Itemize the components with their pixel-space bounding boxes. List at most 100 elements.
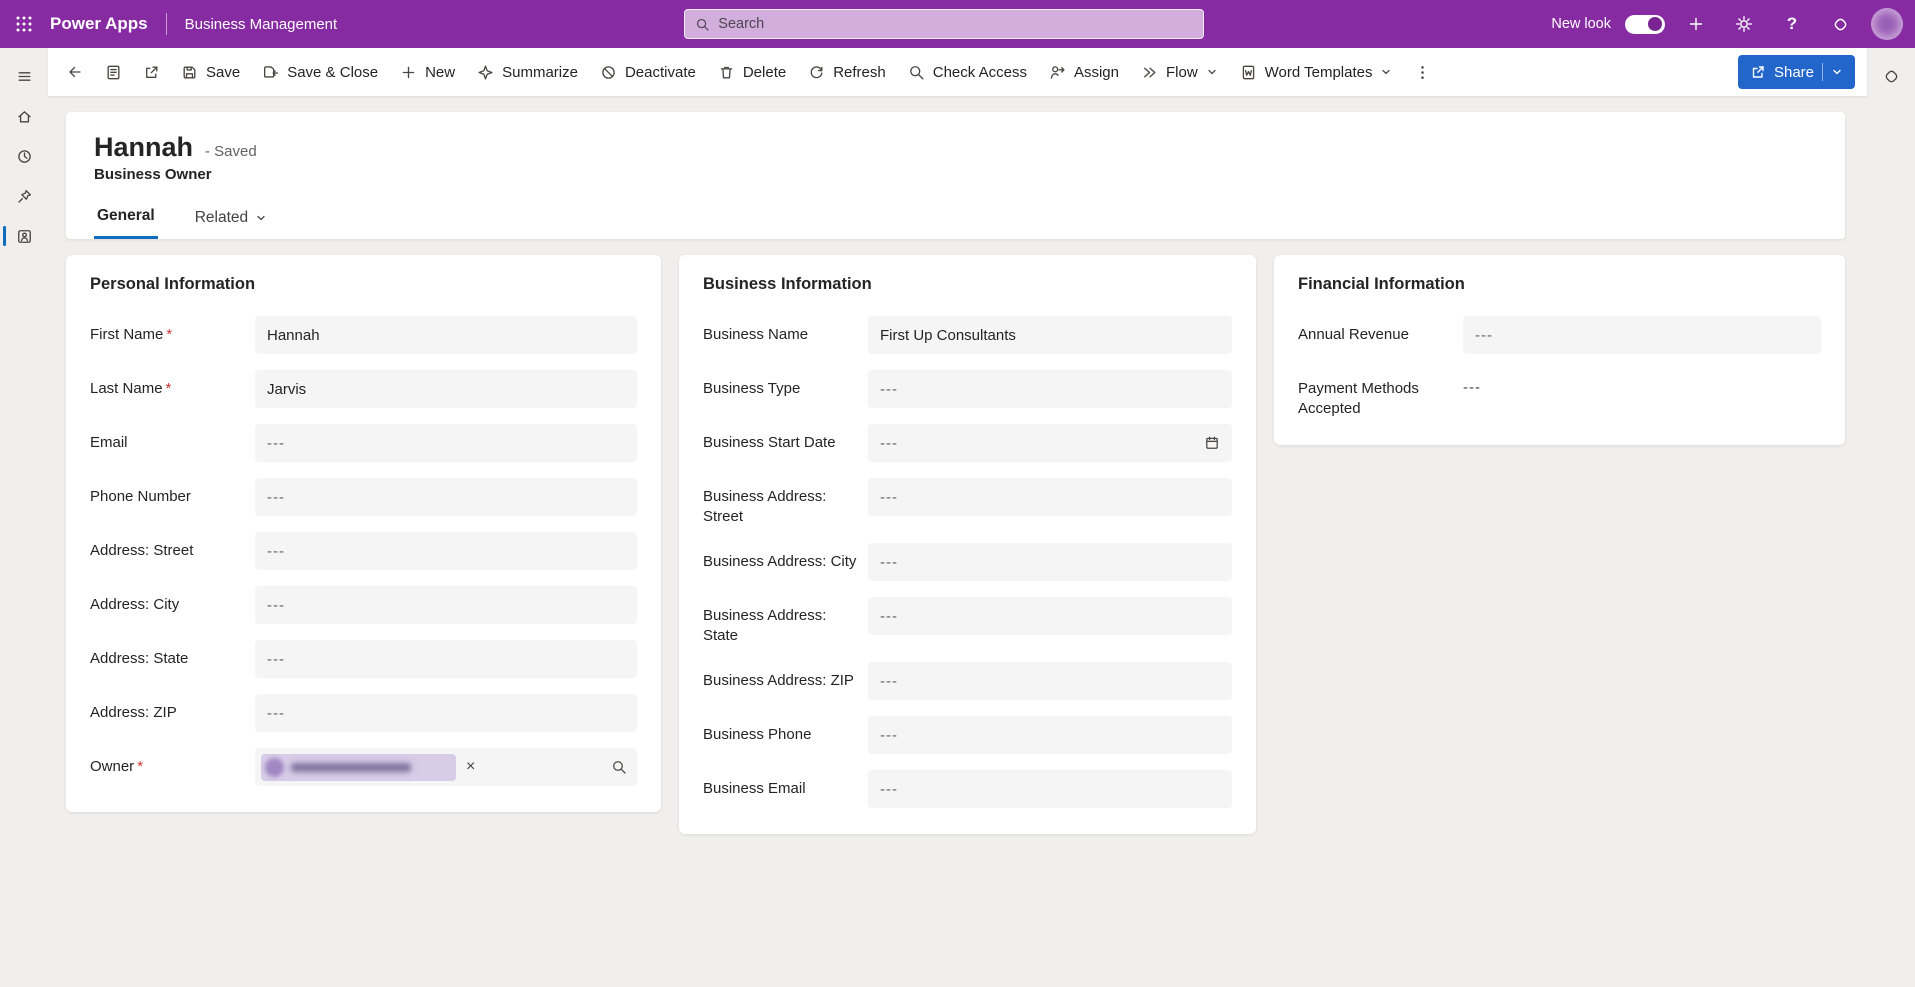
address-city-input[interactable]: --- bbox=[255, 586, 637, 624]
deactivate-button[interactable]: Deactivate bbox=[589, 54, 707, 90]
tab-related[interactable]: Related bbox=[192, 199, 270, 239]
required-indicator: * bbox=[137, 758, 143, 775]
settings-gear-icon[interactable] bbox=[1727, 7, 1761, 41]
flow-button[interactable]: Flow bbox=[1130, 54, 1229, 90]
field-business-address-zip: Business Address: ZIP --- bbox=[703, 662, 1232, 700]
word-document-icon bbox=[1240, 64, 1257, 81]
toggle-knob bbox=[1648, 17, 1662, 31]
avatar-blur bbox=[1875, 12, 1899, 36]
copilot-panel-icon[interactable] bbox=[1869, 56, 1913, 96]
required-indicator: * bbox=[166, 380, 172, 397]
delete-button[interactable]: Delete bbox=[707, 54, 797, 90]
field-business-address-city: Business Address: City --- bbox=[703, 543, 1232, 581]
new-button[interactable]: New bbox=[389, 54, 466, 90]
field-payment-methods-accepted: Payment Methods Accepted --- bbox=[1298, 370, 1821, 419]
global-search-box[interactable] bbox=[684, 9, 1204, 39]
more-commands-icon[interactable] bbox=[1403, 54, 1441, 90]
save-and-close-button[interactable]: Save & Close bbox=[251, 54, 389, 90]
remove-owner-icon[interactable]: × bbox=[466, 759, 475, 775]
annual-revenue-input[interactable]: --- bbox=[1463, 316, 1821, 354]
address-street-input[interactable]: --- bbox=[255, 532, 637, 570]
nav-recent-icon[interactable] bbox=[2, 136, 46, 176]
summarize-button[interactable]: Summarize bbox=[466, 54, 589, 90]
field-phone-number: Phone Number --- bbox=[90, 478, 637, 516]
business-address-city-input[interactable]: --- bbox=[868, 543, 1232, 581]
address-zip-input[interactable]: --- bbox=[255, 694, 637, 732]
business-address-state-input[interactable]: --- bbox=[868, 597, 1232, 635]
personal-information-section: Personal Information First Name* Hannah … bbox=[66, 255, 661, 812]
field-last-name: Last Name* Jarvis bbox=[90, 370, 637, 408]
nav-hamburger-icon[interactable] bbox=[2, 56, 46, 96]
owner-lookup-pill[interactable] bbox=[261, 754, 456, 781]
nav-pinned-icon[interactable] bbox=[2, 176, 46, 216]
last-name-input[interactable]: Jarvis bbox=[255, 370, 637, 408]
save-close-icon bbox=[262, 64, 279, 81]
email-input[interactable]: --- bbox=[255, 424, 637, 462]
share-divider bbox=[1822, 63, 1823, 81]
field-business-address-state: Business Address: State --- bbox=[703, 597, 1232, 646]
new-look-toggle[interactable] bbox=[1625, 15, 1665, 34]
required-indicator: * bbox=[166, 326, 172, 343]
nav-business-owners-icon[interactable] bbox=[2, 216, 46, 256]
field-business-start-date: Business Start Date --- bbox=[703, 424, 1232, 462]
deactivate-icon bbox=[600, 64, 617, 81]
phone-number-input[interactable]: --- bbox=[255, 478, 637, 516]
field-business-phone: Business Phone --- bbox=[703, 716, 1232, 754]
nav-home-icon[interactable] bbox=[2, 96, 46, 136]
field-business-email: Business Email --- bbox=[703, 770, 1232, 808]
open-in-new-icon[interactable] bbox=[132, 54, 170, 90]
app-name[interactable]: Power Apps bbox=[50, 14, 148, 34]
share-button[interactable]: Share bbox=[1738, 55, 1855, 89]
business-information-section: Business Information Business Name First… bbox=[679, 255, 1256, 834]
section-title: Financial Information bbox=[1298, 275, 1821, 294]
financial-information-section: Financial Information Annual Revenue ---… bbox=[1274, 255, 1845, 445]
field-email: Email --- bbox=[90, 424, 637, 462]
business-address-street-input[interactable]: --- bbox=[868, 478, 1232, 516]
assign-button[interactable]: Assign bbox=[1038, 54, 1130, 90]
chevron-down-icon bbox=[1831, 66, 1843, 78]
trash-icon bbox=[718, 64, 735, 81]
business-phone-input[interactable]: --- bbox=[868, 716, 1232, 754]
save-button[interactable]: Save bbox=[170, 54, 251, 90]
record-header: Hannah - Saved Business Owner General Re… bbox=[66, 112, 1845, 239]
form-selector-icon[interactable] bbox=[94, 54, 132, 90]
business-name-input[interactable]: First Up Consultants bbox=[868, 316, 1232, 354]
business-address-zip-input[interactable]: --- bbox=[868, 662, 1232, 700]
back-button[interactable] bbox=[56, 54, 94, 90]
chevron-down-icon bbox=[1206, 66, 1218, 78]
search-input[interactable] bbox=[718, 16, 1193, 32]
record-title: Hannah bbox=[94, 132, 193, 163]
copilot-icon[interactable] bbox=[1823, 7, 1857, 41]
business-type-input[interactable]: --- bbox=[868, 370, 1232, 408]
payment-methods-value: --- bbox=[1463, 370, 1821, 396]
section-title: Personal Information bbox=[90, 275, 637, 294]
field-business-type: Business Type --- bbox=[703, 370, 1232, 408]
add-icon[interactable] bbox=[1679, 7, 1713, 41]
left-nav-rail bbox=[0, 48, 48, 987]
right-rail bbox=[1867, 48, 1915, 987]
app-section-name[interactable]: Business Management bbox=[185, 16, 338, 33]
word-templates-button[interactable]: Word Templates bbox=[1229, 54, 1404, 90]
first-name-input[interactable]: Hannah bbox=[255, 316, 637, 354]
field-business-name: Business Name First Up Consultants bbox=[703, 316, 1232, 354]
tab-general[interactable]: General bbox=[94, 199, 158, 239]
business-email-input[interactable]: --- bbox=[868, 770, 1232, 808]
refresh-button[interactable]: Refresh bbox=[797, 54, 897, 90]
business-start-date-input[interactable]: --- bbox=[868, 424, 1232, 462]
new-look-label: New look bbox=[1551, 16, 1611, 32]
waffle-menu-icon[interactable] bbox=[0, 0, 48, 48]
owner-lookup-input[interactable]: × bbox=[255, 748, 637, 786]
calendar-icon[interactable] bbox=[1204, 435, 1220, 451]
check-access-button[interactable]: Check Access bbox=[897, 54, 1038, 90]
help-icon[interactable]: ? bbox=[1775, 7, 1809, 41]
field-business-address-street: Business Address: Street --- bbox=[703, 478, 1232, 527]
refresh-icon bbox=[808, 64, 825, 81]
field-address-city: Address: City --- bbox=[90, 586, 637, 624]
save-icon bbox=[181, 64, 198, 81]
address-state-input[interactable]: --- bbox=[255, 640, 637, 678]
owner-avatar bbox=[265, 758, 284, 777]
app-header: Power Apps Business Management New look … bbox=[0, 0, 1915, 48]
chevron-down-icon bbox=[255, 212, 267, 224]
user-avatar[interactable] bbox=[1871, 8, 1903, 40]
lookup-search-icon[interactable] bbox=[611, 759, 627, 775]
